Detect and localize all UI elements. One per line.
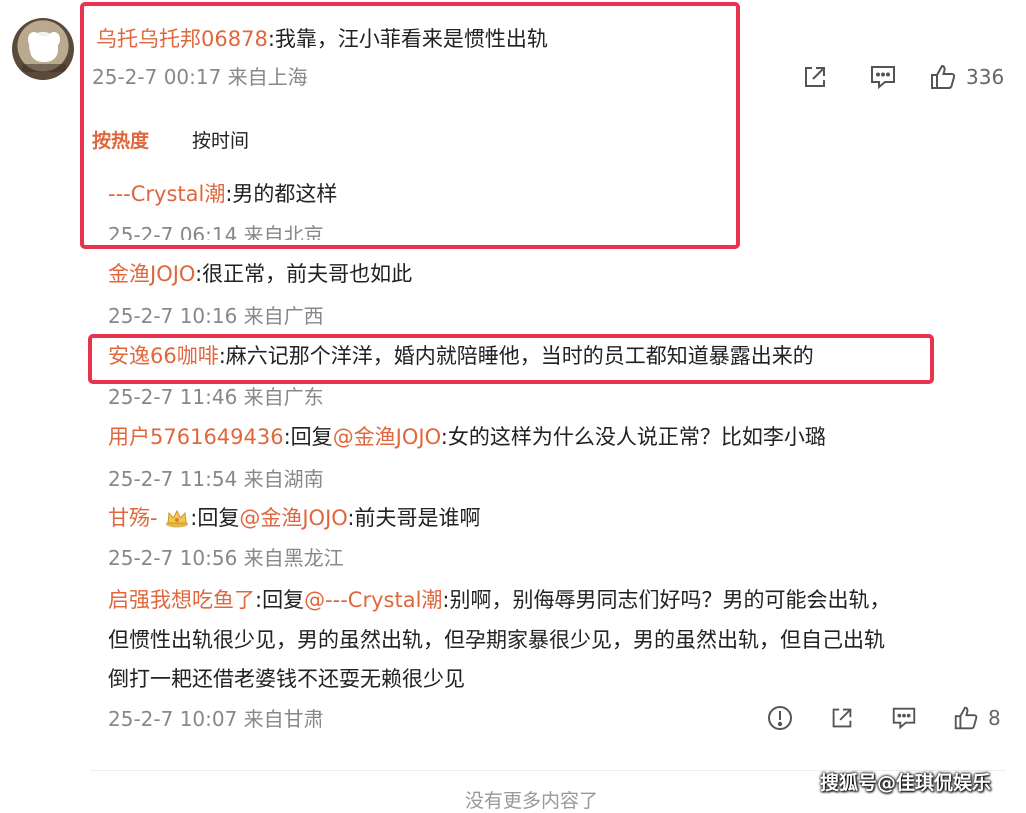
reply-mention-link[interactable]: @---Crystal潮 [304,588,442,612]
reply-item: 用户5761649436:回复@金渔JOJO:女的这样为什么没人说正常？比如李小… [108,423,826,451]
watermark: 搜狐号@佳琪侃娱乐 [820,772,992,794]
reply-mention-link[interactable]: @金渔JOJO [333,425,441,449]
thumbs-up-icon[interactable] [952,704,980,732]
reply-mention-link[interactable]: @金渔JOJO [239,506,347,530]
sort-by-time-tab[interactable]: 按时间 [192,126,249,153]
reply-username[interactable]: 用户5761649436 [108,425,284,449]
reply-like-count: 8 [988,706,1001,730]
main-comment-username[interactable]: 乌托乌托邦06878 [96,27,268,51]
reply-meta: 25-2-7 10:56 来自黑龙江 [108,546,344,570]
end-of-list-text: 没有更多内容了 [465,790,599,812]
reply-meta: 25-2-7 10:16 来自广西 [108,304,324,328]
main-comment-actions: 336 [800,62,1004,92]
reply-item: 启强我想吃鱼了:回复@---Crystal潮:别啊，别侮辱男同志们好吗？男的可能… [108,586,891,614]
reply-item: 甘殇- :回复@金渔JOJO:前夫哥是谁啊 [108,504,481,532]
share-icon[interactable] [828,704,856,732]
reply-username[interactable]: 启强我想吃鱼了 [108,588,255,612]
main-comment-meta: 25-2-7 00:17 来自上海 [92,65,308,89]
reply-username[interactable]: ---Crystal潮 [108,182,225,206]
crown-badge-icon [164,507,190,528]
reply-username[interactable]: 金渔JOJO [108,262,195,286]
reply-item: ---Crystal潮:男的都这样 [108,180,337,208]
reply-meta: 25-2-7 11:46 来自广东 [108,385,324,409]
comment-icon[interactable] [868,62,898,92]
reply-text: :前夫哥是谁啊 [347,506,481,530]
comment-icon[interactable] [890,704,918,732]
reply-text: :别啊，别侮辱男同志们好吗？男的可能会出轨， [442,588,891,612]
sort-by-hot-tab[interactable]: 按热度 [92,126,149,153]
reply-prefix: :回复 [283,425,333,449]
avatar[interactable] [12,18,74,80]
reply-text: :很正常，前夫哥也如此 [195,262,413,286]
main-comment-text: :我靠，汪小菲看来是惯性出轨 [267,27,548,51]
share-icon[interactable] [800,62,830,92]
reply-text: :男的都这样 [225,182,338,206]
reply-actions: 8 [766,704,1001,732]
main-comment: 乌托乌托邦06878:我靠，汪小菲看来是惯性出轨 [96,25,548,53]
reply-prefix: :回复 [255,588,305,612]
thumbs-up-icon[interactable] [928,62,958,92]
reply-meta: 25-2-7 11:54 来自湖南 [108,467,324,491]
reply-text: :女的这样为什么没人说正常？比如李小璐 [440,425,826,449]
reply-item: 金渔JOJO:很正常，前夫哥也如此 [108,260,412,288]
reply-item: 安逸66咖啡:麻六记那个洋洋，婚内就陪睡他，当时的员工都知道暴露出来的 [108,342,814,370]
reply-text: :麻六记那个洋洋，婚内就陪睡他，当时的员工都知道暴露出来的 [218,344,814,368]
report-icon[interactable] [766,704,794,732]
reply-text-line: 倒打一耙还借老婆钱不还耍无赖很少见 [108,667,465,691]
reply-username[interactable]: 安逸66咖啡 [108,344,219,368]
reply-username[interactable]: 甘殇- [108,506,158,530]
main-like-count: 336 [966,65,1005,89]
reply-text-line: 但惯性出轨很少见，男的虽然出轨，但孕期家暴很少见，男的虽然出轨，但自己出轨 [108,628,885,652]
reply-prefix: :回复 [190,506,240,530]
reply-meta: 25-2-7 10:07 来自甘肃 [108,707,324,731]
